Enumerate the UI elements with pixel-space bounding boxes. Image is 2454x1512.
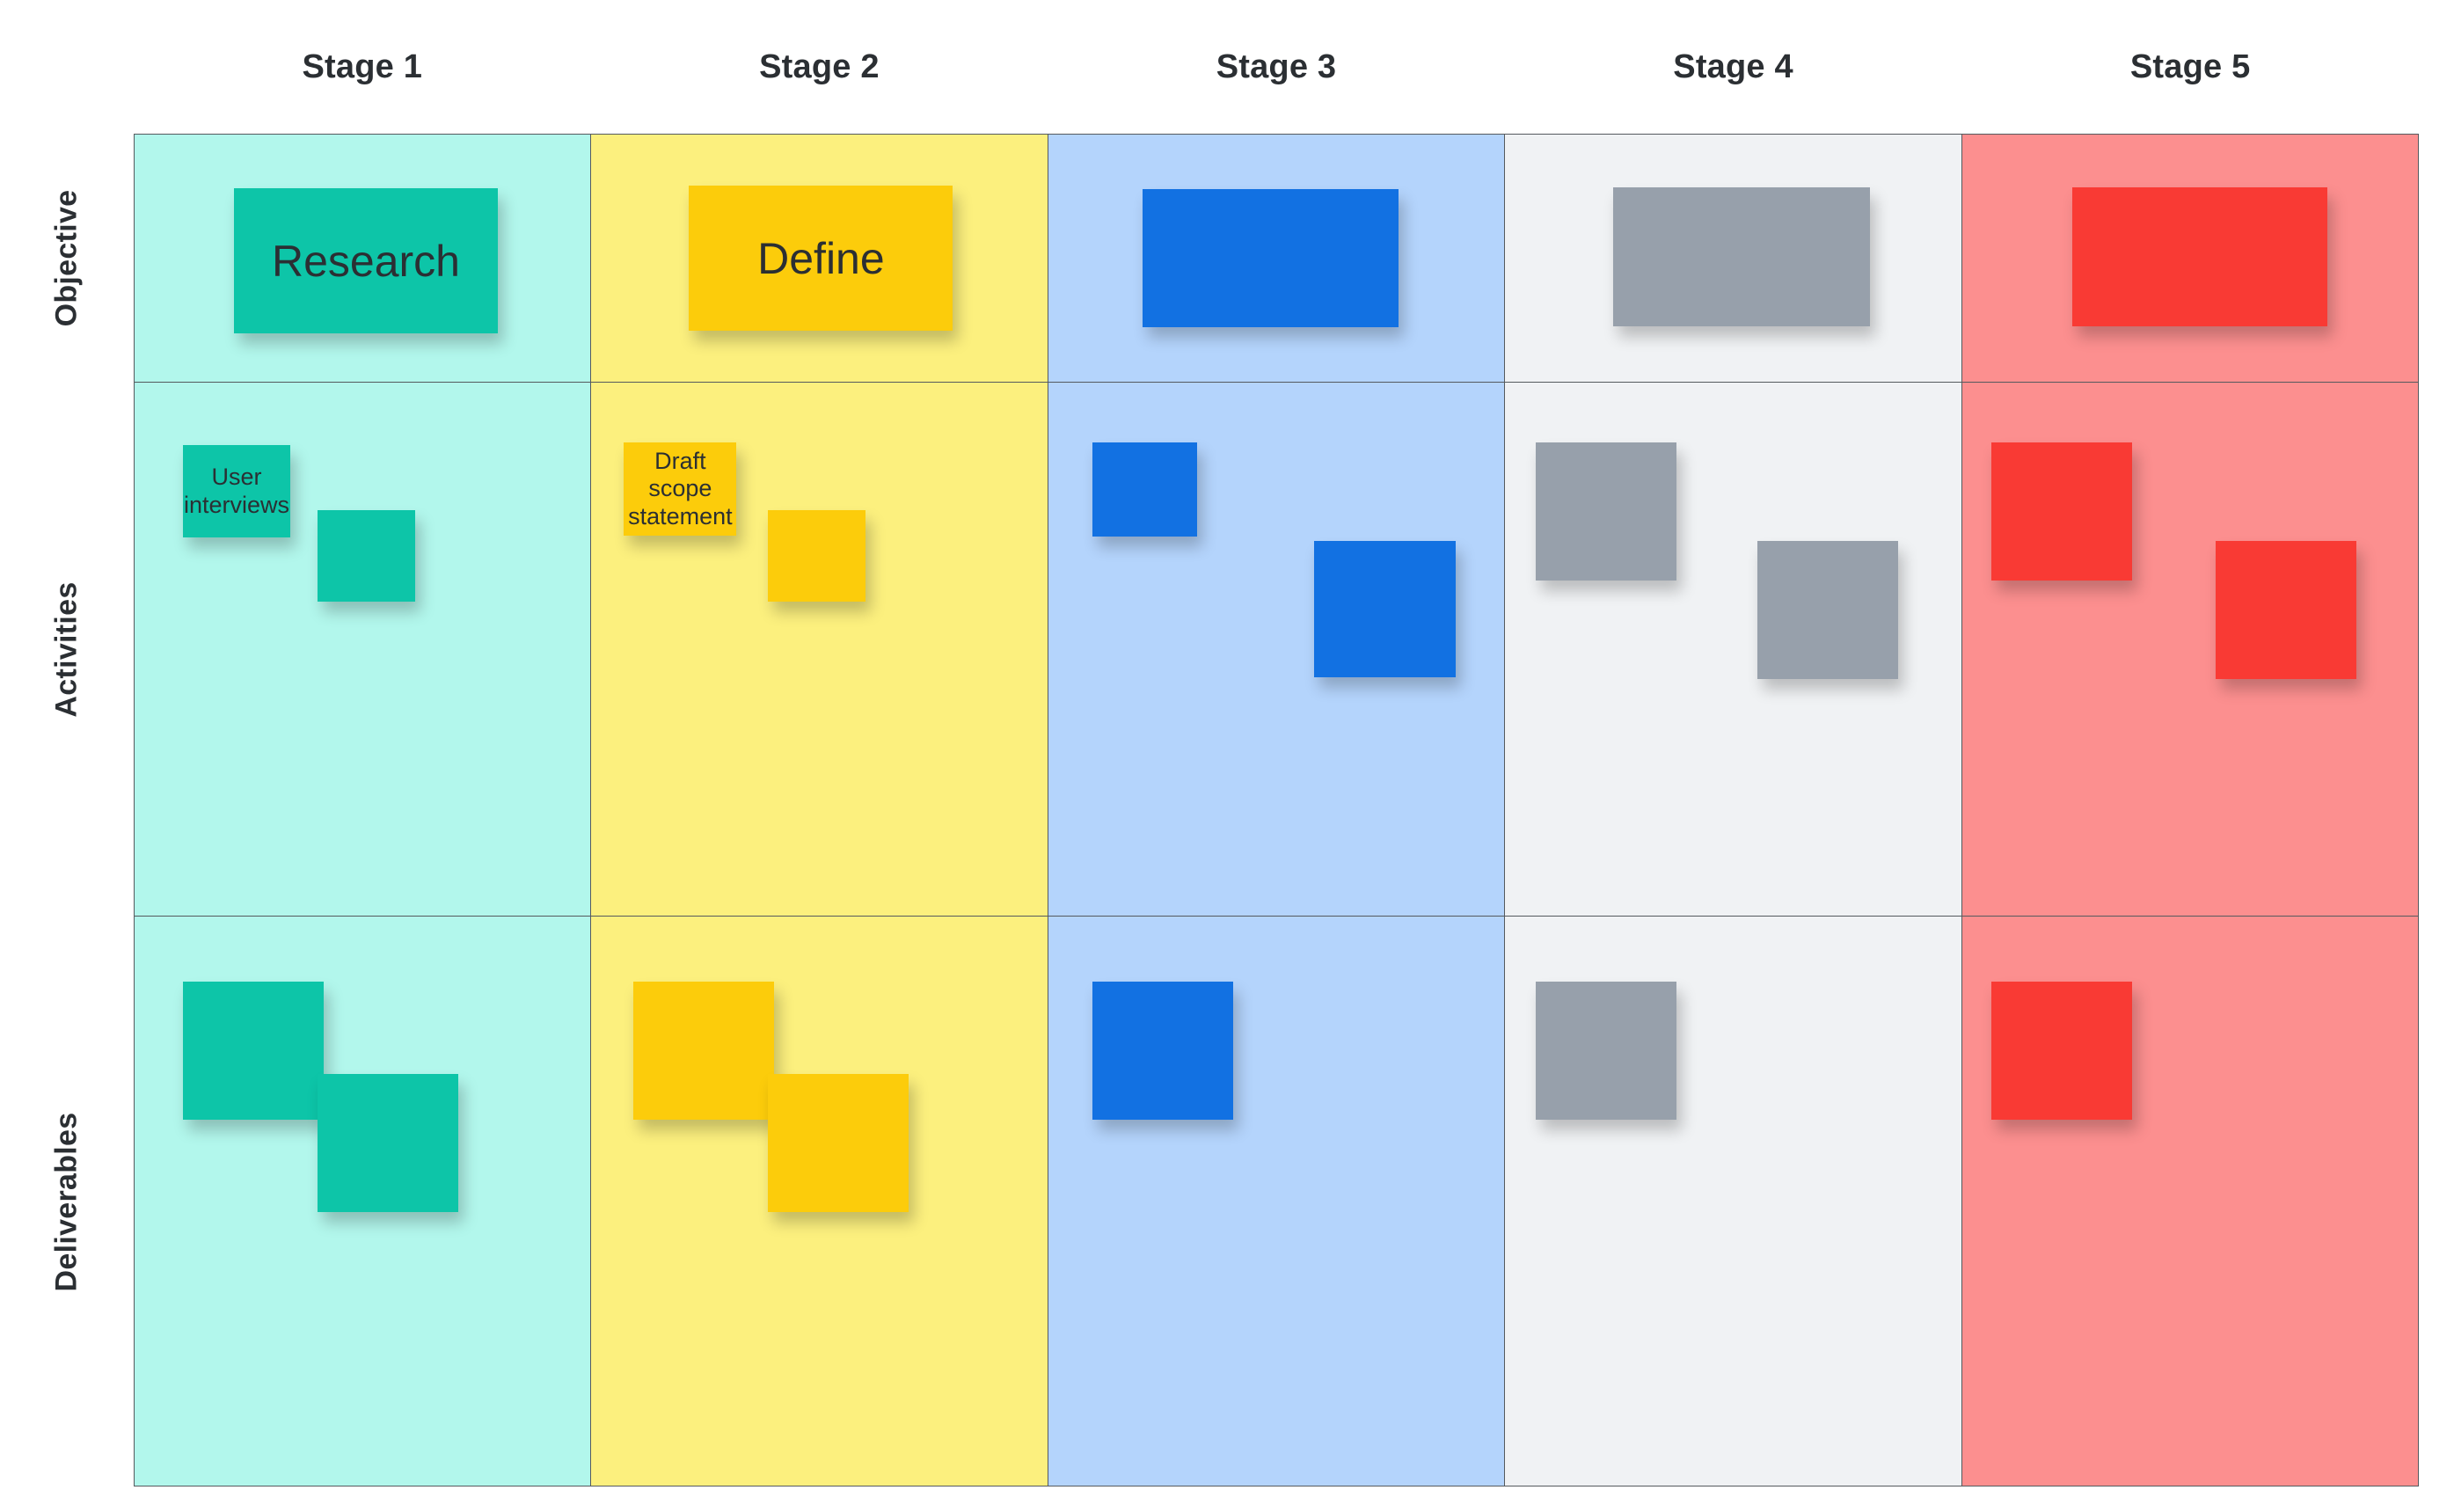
sticky-note-objective-stage-5[interactable]	[2071, 187, 2327, 326]
column-header-stage-4: Stage 4	[1505, 0, 1962, 134]
cell-deliverables-stage-5[interactable]	[1961, 916, 2420, 1486]
sticky-note-activities-stage-1-b[interactable]	[318, 510, 415, 602]
sticky-note-activities-stage-5-b[interactable]	[2215, 541, 2356, 679]
column-header-row: Stage 1 Stage 2 Stage 3 Stage 4 Stage 5	[134, 0, 2419, 134]
cell-deliverables-stage-3[interactable]	[1047, 916, 1506, 1486]
sticky-note-objective-stage-4[interactable]	[1613, 187, 1871, 326]
sticky-note-deliverables-stage-5-a[interactable]	[1990, 982, 2132, 1120]
cell-objective-stage-3[interactable]	[1047, 134, 1506, 383]
column-header-label: Stage 2	[759, 47, 880, 85]
sticky-note-text: Research	[272, 236, 460, 286]
sticky-note-deliverables-stage-2-a[interactable]	[633, 982, 775, 1120]
column-header-label: Stage 5	[2129, 47, 2251, 85]
column-header-stage-1: Stage 1	[134, 0, 591, 134]
column-header-stage-3: Stage 3	[1048, 0, 1505, 134]
cell-objective-stage-1[interactable]: Research	[134, 134, 592, 383]
cell-activities-stage-1[interactable]: User interviews	[134, 382, 592, 917]
sticky-note-text: Define	[757, 233, 885, 283]
grid-row-deliverables	[134, 916, 2420, 1486]
cell-objective-stage-2[interactable]: Define	[590, 134, 1048, 383]
sticky-note-deliverables-stage-3-a[interactable]	[1092, 982, 1233, 1120]
sticky-note-objective-stage-3[interactable]	[1142, 189, 1399, 327]
cell-deliverables-stage-1[interactable]	[134, 916, 592, 1486]
sticky-note-deliverables-stage-1-b[interactable]	[318, 1074, 458, 1212]
sticky-note-deliverables-stage-2-b[interactable]	[768, 1074, 909, 1212]
grid-row-activities: User interviews Draft scope statement	[134, 382, 2420, 917]
cell-activities-stage-3[interactable]	[1047, 382, 1506, 917]
cell-activities-stage-5[interactable]	[1961, 382, 2420, 917]
sticky-note-activities-stage-3-a[interactable]	[1092, 442, 1197, 537]
column-header-stage-2: Stage 2	[591, 0, 1048, 134]
sticky-note-user-interviews[interactable]: User interviews	[183, 445, 290, 537]
row-label-activities: Activities	[0, 383, 134, 917]
sticky-note-research[interactable]: Research	[234, 188, 498, 333]
sticky-note-draft-scope-statement[interactable]: Draft scope statement	[624, 442, 737, 536]
sticky-note-text: User interviews	[183, 464, 290, 518]
sticky-note-activities-stage-3-b[interactable]	[1313, 541, 1456, 677]
row-label-column: Objective Activities Deliverables	[0, 134, 134, 1486]
matrix-grid: Research Define User interviews Draft sc…	[134, 134, 2420, 1486]
stage-matrix-board: Stage 1 Stage 2 Stage 3 Stage 4 Stage 5 …	[0, 0, 2454, 1512]
row-label-deliverables: Deliverables	[0, 917, 134, 1486]
row-label-objective: Objective	[0, 134, 134, 383]
cell-deliverables-stage-2[interactable]	[590, 916, 1048, 1486]
sticky-note-activities-stage-2-b[interactable]	[768, 510, 866, 602]
row-label-text: Objective	[49, 189, 84, 327]
sticky-note-deliverables-stage-1-a[interactable]	[183, 982, 324, 1120]
sticky-note-define[interactable]: Define	[689, 186, 953, 331]
column-header-stage-5: Stage 5	[1961, 0, 2419, 134]
row-label-text: Deliverables	[49, 1112, 84, 1291]
cell-objective-stage-5[interactable]	[1961, 134, 2420, 383]
sticky-note-activities-stage-5-a[interactable]	[1990, 442, 2132, 581]
cell-activities-stage-2[interactable]: Draft scope statement	[590, 382, 1048, 917]
cell-activities-stage-4[interactable]	[1504, 382, 1962, 917]
column-header-label: Stage 1	[302, 47, 423, 85]
sticky-note-activities-stage-4-a[interactable]	[1536, 442, 1677, 581]
sticky-note-deliverables-stage-4-a[interactable]	[1536, 982, 1677, 1120]
column-header-label: Stage 4	[1673, 47, 1793, 85]
column-header-label: Stage 3	[1216, 47, 1337, 85]
row-label-text: Activities	[49, 581, 84, 718]
cell-deliverables-stage-4[interactable]	[1504, 916, 1962, 1486]
grid-row-objective: Research Define	[134, 134, 2420, 383]
sticky-note-activities-stage-4-b[interactable]	[1757, 541, 1899, 679]
sticky-note-text: Draft scope statement	[628, 448, 733, 530]
cell-objective-stage-4[interactable]	[1504, 134, 1962, 383]
